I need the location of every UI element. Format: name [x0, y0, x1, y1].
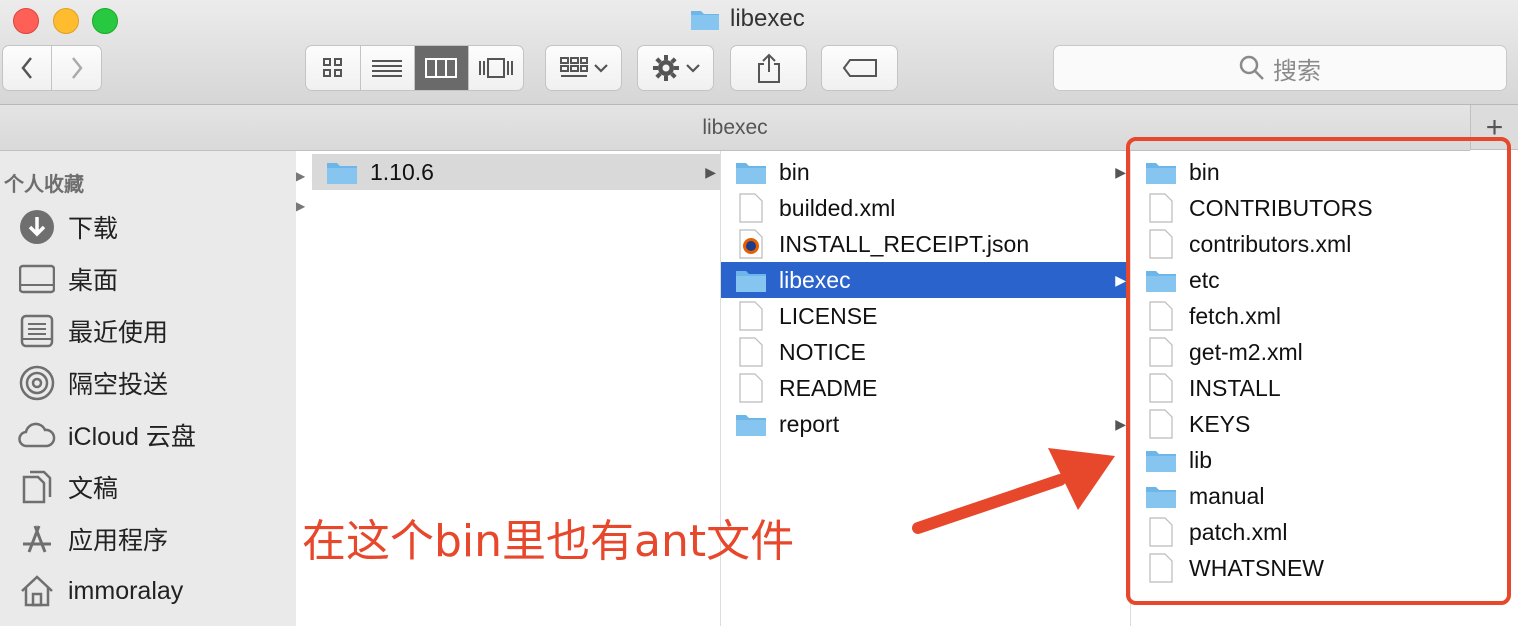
window-title-text: libexec — [730, 5, 805, 32]
action-button[interactable] — [637, 45, 714, 91]
column-left-arrows: ▶ ▶ — [296, 169, 306, 213]
download-icon — [18, 208, 56, 246]
list-item[interactable]: README — [721, 370, 1130, 406]
tag-icon — [842, 59, 877, 77]
sidebar-item-desktop[interactable]: 桌面 — [18, 259, 118, 299]
nav-buttons — [2, 45, 102, 91]
list-view-button[interactable] — [361, 46, 415, 90]
title-toolbar: libexec 搜索 — [0, 0, 1518, 105]
search-icon — [1239, 55, 1264, 80]
annotation-highlight-box — [1126, 137, 1511, 605]
applications-icon — [18, 520, 56, 558]
list-item[interactable]: LICENSE — [721, 298, 1130, 334]
gear-icon — [652, 55, 679, 81]
gallery-view-button[interactable] — [469, 46, 523, 90]
annotation-arrow — [912, 448, 1115, 534]
grid-icon — [322, 58, 342, 77]
annotation-text: 在这个bin里也有ant文件 — [302, 516, 795, 567]
sidebar-item-applications[interactable]: 应用程序 — [18, 519, 168, 559]
column-view-button[interactable] — [415, 46, 469, 90]
chevron-left-icon — [21, 57, 32, 79]
list-item[interactable]: 1.10.6 ▶ — [312, 154, 720, 190]
chevron-down-icon — [593, 64, 608, 73]
group-icon — [559, 57, 588, 77]
sidebar-item-label: 下载 — [68, 215, 119, 243]
file-name: bin — [779, 158, 810, 185]
share-button[interactable] — [730, 45, 807, 91]
sidebar-item-airdrop[interactable]: 隔空投送 — [18, 363, 168, 403]
disclosure-arrow-icon: ▶ — [1115, 163, 1126, 180]
document-icon — [733, 373, 769, 403]
recents-icon — [18, 312, 56, 350]
disclosure-arrow-icon: ▶ — [1115, 271, 1126, 288]
list-item-selected[interactable]: libexec ▶ — [721, 262, 1130, 298]
folder-icon — [733, 157, 769, 187]
file-name: builded.xml — [779, 194, 896, 221]
file-name: report — [779, 410, 840, 437]
list-item[interactable]: builded.xml — [721, 190, 1130, 226]
sidebar-item-label: 最近使用 — [68, 319, 169, 347]
tab-title: libexec — [702, 116, 768, 139]
firefox-document-icon — [733, 229, 769, 259]
sidebar-item-documents[interactable]: 文稿 — [18, 467, 118, 507]
search-placeholder: 搜索 — [1273, 57, 1321, 85]
list-item[interactable]: INSTALL_RECEIPT.json — [721, 226, 1130, 262]
airdrop-icon — [18, 364, 56, 402]
file-name: README — [779, 374, 878, 401]
chevron-down-icon — [685, 64, 700, 73]
gallery-icon — [478, 58, 513, 78]
forward-button[interactable] — [52, 46, 101, 90]
home-icon — [18, 572, 56, 610]
zoom-window-button[interactable] — [92, 8, 118, 34]
file-name: 1.10.6 — [370, 158, 434, 185]
share-icon — [757, 53, 780, 83]
list-item[interactable]: NOTICE — [721, 334, 1130, 370]
sidebar-item-icloud[interactable]: iCloud 云盘 — [18, 415, 196, 455]
view-mode-group — [305, 45, 524, 91]
file-name: libexec — [779, 266, 851, 293]
columns-icon — [425, 58, 458, 78]
tags-button[interactable] — [821, 45, 898, 91]
file-name: NOTICE — [779, 338, 866, 365]
close-window-button[interactable] — [13, 8, 39, 34]
folder-icon — [691, 11, 719, 30]
document-icon — [733, 337, 769, 367]
sidebar-item-label: 文稿 — [68, 475, 119, 503]
list-item[interactable]: report ▶ — [721, 406, 1130, 442]
window-title: libexec — [690, 5, 805, 33]
sidebar-section-favorites: 个人收藏 — [4, 174, 84, 196]
group-by-button[interactable] — [545, 45, 622, 91]
sidebar: 个人收藏 下载 桌面 最近使用 隔空投送 iCloud 云盘 文稿 应用程序 i… — [0, 151, 297, 626]
documents-icon — [18, 468, 56, 506]
minimize-window-button[interactable] — [53, 8, 79, 34]
disclosure-arrow-icon: ▶ — [1115, 415, 1126, 432]
sidebar-item-label: immoralay — [68, 576, 184, 605]
desktop-icon — [18, 260, 56, 298]
document-icon — [733, 193, 769, 223]
list-item[interactable]: bin ▶ — [721, 154, 1130, 190]
sidebar-item-label: 桌面 — [68, 267, 119, 295]
document-icon — [733, 301, 769, 331]
cloud-icon — [18, 416, 56, 454]
icon-view-button[interactable] — [306, 46, 361, 90]
chevron-right-icon — [71, 57, 83, 79]
folder-icon — [324, 157, 360, 187]
sidebar-item-recents[interactable]: 最近使用 — [18, 311, 168, 351]
sidebar-item-label: 隔空投送 — [68, 371, 169, 399]
file-name: LICENSE — [779, 302, 878, 329]
list-icon — [372, 60, 403, 77]
file-name: INSTALL_RECEIPT.json — [779, 230, 1030, 257]
back-button[interactable] — [3, 46, 53, 90]
sidebar-item-downloads[interactable]: 下载 — [18, 207, 118, 247]
sidebar-item-label: 应用程序 — [68, 527, 169, 555]
sidebar-item-home[interactable]: immoralay — [18, 571, 183, 611]
sidebar-item-label: iCloud 云盘 — [68, 423, 196, 451]
search-field[interactable]: 搜索 — [1053, 45, 1507, 91]
folder-icon — [733, 409, 769, 439]
disclosure-arrow-icon: ▶ — [705, 163, 716, 180]
folder-icon — [733, 265, 769, 295]
